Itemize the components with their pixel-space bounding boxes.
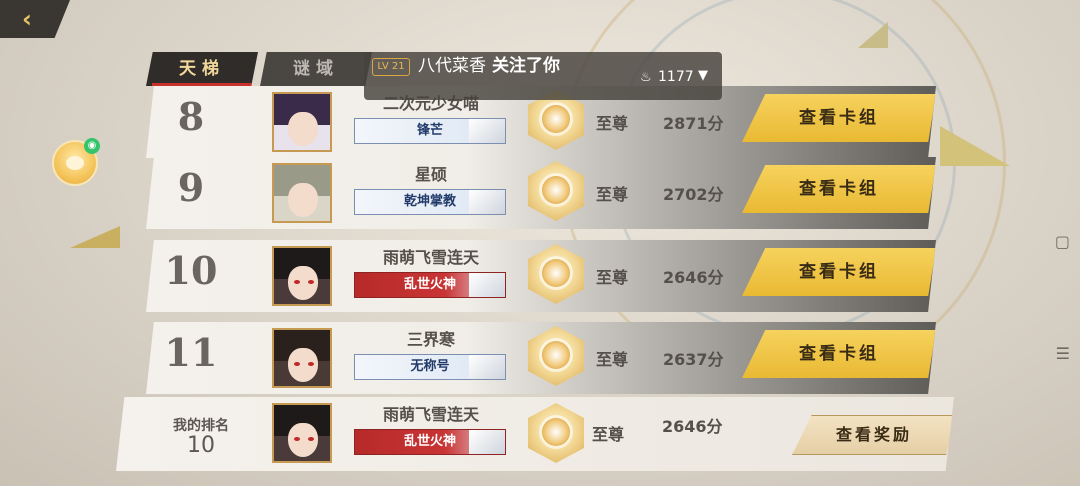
tier-label: 至尊 — [596, 268, 629, 287]
player-name: 星硕 — [414, 165, 447, 184]
follow-notification[interactable]: LV 21 八代菜香 关注了你 ♨ 1177 ▼ — [364, 52, 722, 100]
title-text: 乾坤掌教 — [403, 194, 456, 209]
view-reward-button[interactable]: 查看奖励 — [792, 415, 954, 455]
tier-medal-icon — [528, 403, 584, 463]
triangle-down-icon[interactable]: ▼ — [698, 68, 708, 83]
title-badge: 乾坤掌教 — [354, 189, 506, 215]
score: 2871分 — [663, 114, 724, 133]
square-icon[interactable]: ▢ — [1055, 232, 1070, 251]
player-portrait[interactable] — [272, 163, 332, 223]
player-name: 三界寒 — [406, 330, 455, 349]
score: 2646分 — [662, 417, 723, 436]
my-rank-row: 我的排名 10 雨萌飞雪连天 乱世火神 至尊 2646分 查看奖励 — [116, 397, 954, 471]
portrait-face — [288, 183, 318, 217]
tab-mystery-realm[interactable]: 谜域 — [260, 52, 372, 86]
portrait-eye — [294, 362, 300, 366]
popularity-count: 1177 — [658, 69, 694, 85]
notification-user: 八代菜香 — [418, 56, 486, 76]
player-name: 雨萌飞雪连天 — [382, 248, 479, 267]
leaderboard-row: 11 三界寒 无称号 至尊 2637分 查看卡组 — [146, 322, 936, 394]
title-badge: 无称号 — [354, 354, 506, 380]
notification-action: 关注了你 — [492, 56, 560, 76]
notification-message: 八代菜香 关注了你 — [418, 54, 560, 78]
player-name: 雨萌飞雪连天 — [382, 405, 479, 424]
portrait-eye — [308, 437, 314, 441]
leaderboard-row: 9 星硕 乾坤掌教 至尊 2702分 查看卡组 — [146, 157, 936, 229]
leaderboard-row: 10 雨萌飞雪连天 乱世火神 至尊 2646分 查看卡组 — [146, 240, 936, 312]
tier-label: 至尊 — [596, 114, 629, 133]
player-portrait[interactable] — [272, 403, 332, 463]
title-badge: 乱世火神 — [354, 429, 506, 455]
title-art — [469, 273, 505, 297]
player-portrait[interactable] — [272, 328, 332, 388]
view-deck-button[interactable]: 查看卡组 — [742, 248, 936, 296]
title-badge: 乱世火神 — [354, 272, 506, 298]
tier-medal-icon — [528, 161, 584, 221]
portrait-eye — [294, 280, 300, 284]
avatar-face — [66, 156, 84, 170]
view-deck-button[interactable]: 查看卡组 — [742, 165, 936, 213]
title-text: 锋芒 — [416, 123, 443, 138]
back-button[interactable]: ‹ — [0, 0, 70, 38]
tier-label: 至尊 — [596, 185, 629, 204]
medal-flower — [542, 176, 570, 204]
portrait-face — [288, 112, 318, 146]
flame-icon: ♨ — [640, 70, 652, 85]
title-art — [469, 355, 505, 379]
view-deck-button[interactable]: 查看卡组 — [742, 94, 936, 142]
rank-number: 10 — [164, 248, 218, 293]
medal-flower — [542, 259, 570, 287]
score: 2702分 — [663, 185, 724, 204]
level-badge: LV 21 — [372, 58, 410, 76]
my-rank-number: 10 — [187, 433, 215, 458]
background-shard — [940, 126, 1010, 166]
back-arrow-icon: ‹ — [22, 5, 32, 33]
title-text: 无称号 — [410, 359, 450, 374]
score: 2637分 — [663, 350, 724, 369]
title-text: 乱世火神 — [403, 277, 456, 292]
title-text: 乱世火神 — [403, 434, 456, 449]
rank-number: 8 — [177, 94, 205, 139]
medal-flower — [542, 418, 570, 446]
title-art — [469, 430, 505, 454]
title-art — [469, 119, 505, 143]
rank-number: 11 — [164, 330, 218, 375]
wifi-status-icon: ◉ — [84, 138, 100, 154]
tab-ladder[interactable]: 天梯 — [146, 52, 258, 86]
title-art — [469, 190, 505, 214]
menu-icon[interactable]: ☰ — [1056, 344, 1070, 363]
medal-flower — [542, 105, 570, 133]
background-shard — [70, 226, 120, 248]
tier-medal-icon — [528, 326, 584, 386]
portrait-eye — [294, 437, 300, 441]
medal-flower — [542, 341, 570, 369]
score: 2646分 — [663, 268, 724, 287]
player-portrait[interactable] — [272, 92, 332, 152]
background-shard — [858, 22, 888, 48]
title-badge: 锋芒 — [354, 118, 506, 144]
tier-label: 至尊 — [592, 425, 625, 444]
player-avatar[interactable]: ◉ — [52, 138, 100, 186]
tier-medal-icon — [528, 244, 584, 304]
rank-number: 9 — [177, 165, 205, 210]
view-deck-button[interactable]: 查看卡组 — [742, 330, 936, 378]
portrait-eye — [308, 280, 314, 284]
tier-label: 至尊 — [596, 350, 629, 369]
portrait-eye — [308, 362, 314, 366]
my-rank-label: 我的排名 — [173, 418, 229, 434]
player-portrait[interactable] — [272, 246, 332, 306]
